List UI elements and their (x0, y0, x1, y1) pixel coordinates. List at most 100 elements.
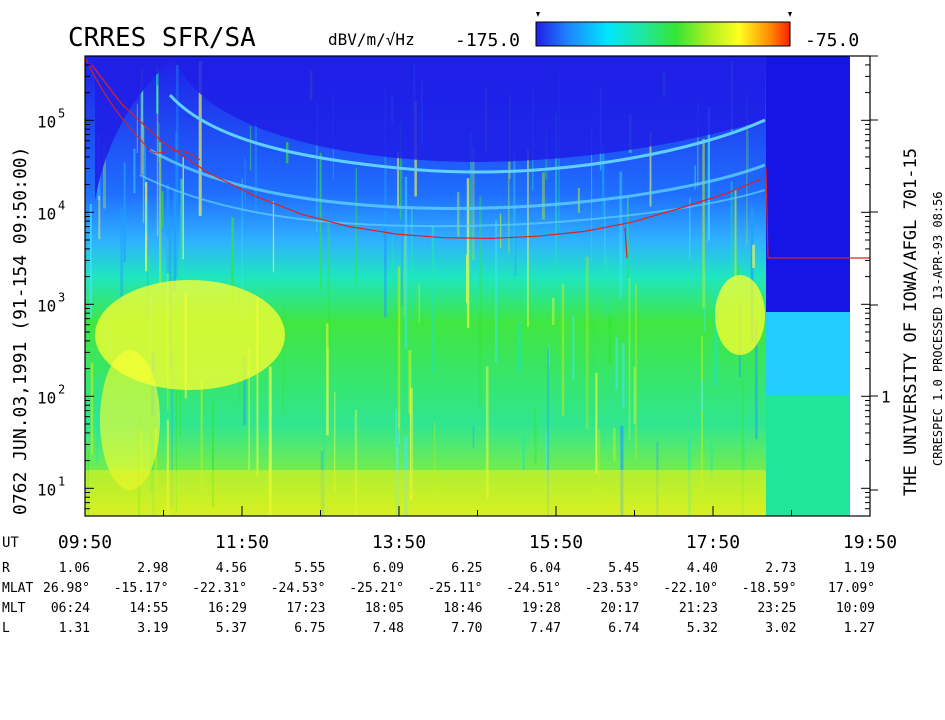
ephemeris-value: -22.10° (663, 581, 718, 596)
ephemeris-value: 17:23 (286, 601, 325, 616)
colorbar-unit-label: dBV/m/√Hz (328, 30, 415, 49)
spectrogram-streak (585, 256, 589, 430)
spectrogram-streak (143, 144, 146, 186)
spectrogram-streak (123, 162, 126, 263)
right-axis-tick-label: 1 (881, 387, 891, 406)
y-axis-tick-label: 10 (37, 112, 56, 131)
ephemeris-row-label: MLAT (2, 581, 33, 596)
y-axis-tick-label: 10 (37, 388, 56, 407)
spectrogram-streak (141, 87, 143, 138)
spectrogram-streak (628, 278, 631, 441)
x-axis-tick-label: 15:50 (529, 532, 583, 553)
spectrogram-chart: CRRES SFR/SA dBV/m/√Hz -175.0 -75.0 10 11… (2, 12, 945, 636)
spectrogram-streak (89, 203, 92, 318)
ephemeris-value: -24.51° (506, 581, 561, 596)
ephemeris-value: 20:17 (600, 601, 639, 616)
low-frequency-band (85, 470, 850, 516)
ephemeris-value: 23:25 (757, 601, 796, 616)
x-axis-tick-label: 13:50 (372, 532, 426, 553)
ephemeris-value: 6.09 (373, 561, 404, 576)
spectrogram-streak (182, 157, 184, 260)
spectrogram-streak (701, 380, 704, 412)
spectrogram-streak (572, 315, 575, 379)
spectrogram-streak (551, 298, 555, 325)
y-axis-tick-label: 10 (37, 480, 56, 499)
x-axis-tick-label: 17:50 (686, 532, 740, 553)
y-axis-tick-label: 10 (37, 296, 56, 315)
right-axis-label: THE UNIVERSITY OF IOWA/AFGL 701-15 (901, 148, 921, 496)
ephemeris-value: 7.70 (451, 621, 482, 636)
colorbar (535, 21, 791, 47)
y-axis-tick-label-exponent: 3 (58, 290, 65, 304)
spectrogram-streak (702, 138, 705, 309)
colorbar-min-marker (536, 12, 540, 17)
ephemeris-value: 1.31 (59, 621, 90, 636)
ephemeris-value: -18.59° (742, 581, 797, 596)
ephemeris-value: 18:46 (443, 601, 482, 616)
spectrogram-streak (244, 158, 246, 238)
spectrogram-streak (593, 316, 595, 425)
ephemeris-value: 1.06 (59, 561, 90, 576)
ephemeris-value: 5.55 (294, 561, 325, 576)
spectrogram-streak (608, 314, 612, 365)
spectrogram-streak (752, 244, 755, 268)
spectrogram-streak (90, 362, 94, 455)
spectrogram-streak (391, 235, 393, 298)
ephemeris-value: 10:09 (836, 601, 875, 616)
spectrogram-streak (161, 191, 164, 228)
no-data-region-lower (766, 396, 850, 516)
spectrogram-streak (411, 207, 413, 320)
spectrogram-streak (472, 146, 475, 260)
spectrogram-streak (401, 160, 403, 306)
ephemeris-value: 6.75 (294, 621, 325, 636)
ephemeris-row-label: L (2, 621, 10, 636)
ephemeris-value: -23.53° (585, 581, 640, 596)
ephemeris-value: 06:24 (51, 601, 90, 616)
ephemeris-value: 5.37 (216, 621, 247, 636)
ephemeris-value: 6.74 (608, 621, 639, 636)
spectrogram-streak (534, 407, 537, 465)
ephemeris-value: 19:28 (522, 601, 561, 616)
ephemeris-value: 2.98 (137, 561, 168, 576)
y-axis-tick-label-exponent: 2 (58, 382, 65, 396)
y-axis-tick-label-exponent: 4 (58, 198, 65, 212)
spectrogram-streak (627, 196, 629, 279)
x-axis-tick-label: 11:50 (215, 532, 269, 553)
x-axis-tick-label: 19:50 (843, 532, 897, 553)
spectrogram-streak (635, 284, 637, 459)
spectrogram-streak (249, 126, 252, 171)
spectrogram-streak (741, 379, 744, 516)
ephemeris-row-label: R (2, 561, 10, 576)
spectrogram-plot-area (85, 56, 850, 516)
spectrogram-streak (577, 188, 580, 213)
ephemeris-value: 17.09° (828, 581, 875, 596)
spectrogram-streak (495, 220, 498, 363)
ephemeris-value: 14:55 (129, 601, 168, 616)
spectrogram-streak (174, 132, 178, 279)
spectrogram-streak (272, 201, 275, 273)
spectrogram-streak (145, 201, 148, 235)
spectrogram-streak (159, 142, 162, 286)
spectrogram-streak (431, 225, 435, 374)
spectrogram-streak (518, 321, 521, 373)
spectrogram-streak (136, 103, 138, 153)
ephemeris-value: -25.21° (349, 581, 404, 596)
spectrogram-streak (397, 266, 401, 430)
spectrogram-streak (499, 213, 502, 248)
spectrogram-streak (96, 374, 99, 464)
spectrogram-streak (120, 207, 124, 303)
spectrogram-streak (633, 367, 636, 424)
spectrogram-streak (604, 200, 606, 268)
ephemeris-row-label: MLT (2, 601, 26, 616)
spectrogram-streak (404, 176, 408, 349)
spectrogram-streak (479, 196, 482, 354)
spectrogram-streak (747, 131, 749, 171)
ephemeris-value: 1.27 (844, 621, 875, 636)
spectrogram-streak (615, 337, 618, 390)
spectrogram-streak (513, 154, 516, 299)
ephemeris-value: 26.98° (43, 581, 90, 596)
ephemeris-value: 6.25 (451, 561, 482, 576)
y-axis-tick-label-exponent: 5 (58, 106, 65, 120)
ephemeris-table: R 1.06 2.98 4.56 5.55 6.09 6.25 6.04 5.45 4.40 2.7… (2, 561, 875, 636)
spectrogram-streak (472, 425, 475, 449)
